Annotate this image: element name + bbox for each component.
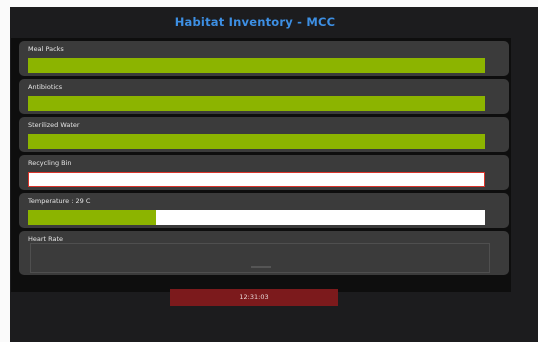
app-window: Habitat Inventory - MCC Meal Packs Antib… (10, 7, 538, 342)
recycling-bin-bar (28, 172, 485, 187)
inventory-panel-area: Meal Packs Antibiotics Sterilized Water … (11, 38, 511, 292)
meal-packs-bar-fill (28, 58, 485, 73)
antibiotics-panel: Antibiotics (19, 79, 509, 114)
heart-rate-chart-axis (251, 266, 271, 268)
screen: Habitat Inventory - MCC Meal Packs Antib… (0, 0, 538, 342)
page-title: Habitat Inventory - MCC (174, 15, 336, 29)
recycling-bin-panel: Recycling Bin (19, 155, 509, 190)
meal-packs-bar (28, 58, 485, 73)
temperature-bar (28, 210, 485, 225)
temperature-bar-fill (28, 210, 156, 225)
heart-rate-chart (30, 243, 490, 273)
antibiotics-bar-fill (28, 96, 485, 111)
meal-packs-label: Meal Packs (28, 45, 64, 53)
sterilized-water-bar-fill (28, 134, 485, 149)
clock-display: 12:31:03 (170, 289, 338, 306)
sterilized-water-bar (28, 134, 485, 149)
heart-rate-label: Heart Rate (28, 235, 64, 243)
antibiotics-bar (28, 96, 485, 111)
temperature-label: Temperature : 29 C (28, 197, 91, 205)
sterilized-water-label: Sterilized Water (28, 121, 80, 129)
heart-rate-panel: Heart Rate (19, 231, 509, 275)
meal-packs-panel: Meal Packs (19, 41, 509, 76)
recycling-bin-label: Recycling Bin (28, 159, 72, 167)
antibiotics-label: Antibiotics (28, 83, 63, 91)
sterilized-water-panel: Sterilized Water (19, 117, 509, 152)
temperature-panel: Temperature : 29 C (19, 193, 509, 228)
